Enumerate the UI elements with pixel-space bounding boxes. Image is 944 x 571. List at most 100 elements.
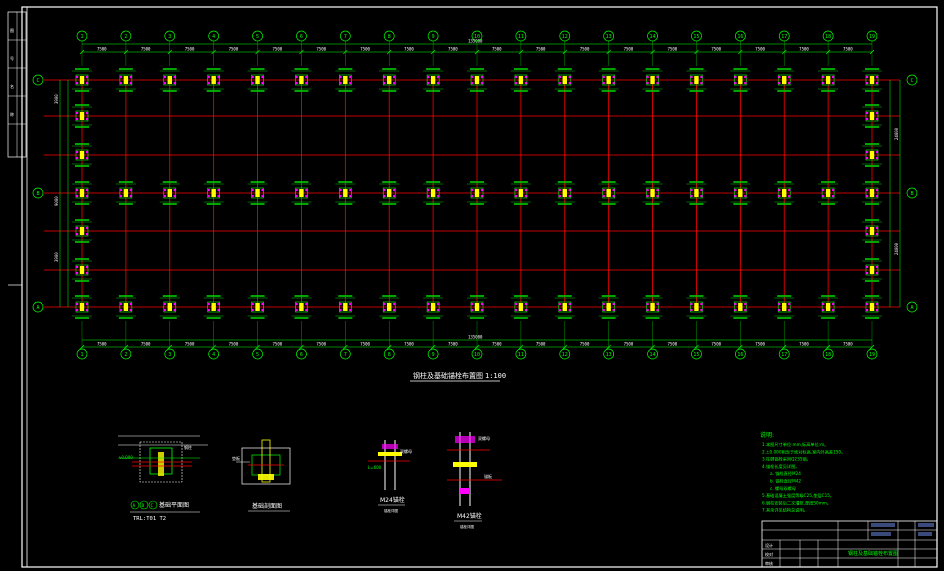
bay-dimension: 7500 [492,47,502,52]
vertical-dimension: 24000 [894,242,899,255]
notes-heading: 说明: [760,431,774,439]
bay-dimension: 7500 [229,47,239,52]
bay-dimension: 7500 [360,47,370,52]
bay-dimension: 7500 [843,47,853,52]
axis-bubble-top-label: 6 [300,34,303,40]
bay-dimension: 7500 [624,47,634,52]
axis-bubble-right-label: B [910,191,913,197]
sidebar-label: 称 [10,111,14,117]
title-block: 设计校对审核 钢柱及基础锚栓布置图 [761,520,938,568]
bay-dimension: 7500 [799,47,809,52]
axis-bubble-bottom-label: 9 [432,352,435,358]
axis-bubble-left-label: B [36,191,39,197]
detail-anchor-m42: 双螺母 锚板 M42锚栓 锚栓详图 [447,432,502,529]
axis-bubble-top-label: 5 [256,34,259,40]
bay-dimension: 7500 [316,47,326,52]
title-block-row-label: 审核 [765,560,773,566]
axis-bubble-bottom-label: 16 [737,352,743,358]
sidebar-label: 图 [10,27,14,33]
bay-dimension: 7500 [580,342,590,347]
note-line: 5.基础混凝土强度等级C25,垫层C15。 [762,492,834,499]
axis-bubble-top-label: 9 [432,34,435,40]
axis-bubble-bottom-label: 4 [212,352,215,358]
bay-dimension: 7500 [843,342,853,347]
axis-bubble-left-label: C [36,78,39,84]
note-line: 2.±0.000相当于绝对标高,室内外高差150。 [762,448,845,455]
vertical-dimension: 9000 [54,196,59,206]
detail1-title: 基础平面图 [159,501,189,509]
axis-bubble-bottom-label: 12 [562,352,568,358]
svg-text:垫板: 垫板 [232,455,240,461]
detail3-title: M24锚栓 [380,496,405,504]
svg-text:L=600: L=600 [368,465,382,470]
svg-text:双螺母: 双螺母 [478,435,490,441]
bay-dimension: 7500 [97,47,107,52]
axis-bubble-top-label: 11 [518,34,524,40]
detail4-title: M42锚栓 [457,512,482,520]
bay-dimension: 7500 [711,47,721,52]
sidebar-label: 名 [10,83,14,89]
axis-bubble-bottom-label: 10 [474,352,480,358]
bay-dimension: 7500 [668,342,678,347]
note-line: 3.柱脚锚栓采用Q235钢。 [762,456,811,463]
axis-bubble-top-label: 18 [825,34,831,40]
note-line: a. 锚栓直径M24 [770,470,801,477]
vertical-dimension: 3900 [54,94,59,104]
bay-dimension: 7500 [229,342,239,347]
svg-text:C: C [151,503,154,509]
detail-foundation-plan: ±0.000 钢柱 A B C 基础平面图 TRL:T01 T2 [118,435,208,522]
bay-dimension: 7500 [711,342,721,347]
axis-bubble-bottom-label: 8 [388,352,391,358]
bay-dimension: 7500 [755,342,765,347]
title-block-row-label: 设计 [765,542,773,548]
bay-dimension: 7500 [492,342,502,347]
axis-bubble-bottom-label: 6 [300,352,303,358]
axis-bubble-top-label: 13 [606,34,612,40]
plan-title: 钢柱及基础锚栓布置图 [413,371,483,380]
axis-bubble-right-label: A [910,305,913,311]
title-block-row-label: 校对 [765,551,773,557]
detail2-title: 基础剖面图 [252,502,282,510]
svg-text:锚板: 锚板 [484,473,492,479]
total-dimension: 135000 [468,335,483,340]
axis-bubble-bottom-label: 18 [825,352,831,358]
axis-bubble-bottom-label: 19 [869,352,875,358]
note-line: c. 螺母双螺母 [770,485,796,492]
bay-dimension: 7500 [316,342,326,347]
bay-dimension: 7500 [668,47,678,52]
bay-dimension: 7500 [404,47,414,52]
vertical-dimension: 24000 [894,127,899,140]
left-sidebar: 图号名称 [7,11,27,286]
detail-anchor-m24: L=600 双螺母 M24锚栓 锚栓详图 [368,440,412,513]
axis-bubble-right-label: C [910,78,913,84]
axis-bubble-top-label: 12 [562,34,568,40]
notes-block: 说明: 1.本图尺寸单位:mm,标高单位:m。2.±0.000相当于绝对标高,室… [760,431,845,514]
svg-text:B: B [142,503,145,509]
axis-bubble-top-label: 15 [693,34,699,40]
title-block-drawing-name: 钢柱及基础锚栓布置图 [848,550,898,557]
axis-bubble-top-label: 19 [869,34,875,40]
structural-grid [44,79,900,308]
svg-text:双螺母: 双螺母 [400,448,412,454]
svg-text:钢柱: 钢柱 [184,444,192,450]
axis-bubble-bottom-label: 3 [168,352,171,358]
axis-bubble-top-label: 8 [388,34,391,40]
bay-dimension: 7500 [360,342,370,347]
axis-bubble-top-label: 14 [650,34,656,40]
axis-bubble-bottom-label: 13 [606,352,612,358]
bay-dimension: 7500 [141,342,151,347]
bay-dimension: 7500 [141,47,151,52]
note-line: 7.其余详见结构总说明。 [762,507,808,514]
axis-bubble-top-label: 17 [781,34,787,40]
bay-dimension: 7500 [404,342,414,347]
axis-bubble-bottom-label: 2 [124,352,127,358]
bay-dimension: 7500 [273,342,283,347]
detail-foundation-section: 垫板 基础剖面图 [232,439,291,512]
axis-bubble-top-label: 16 [737,34,743,40]
bay-dimension: 7500 [799,342,809,347]
detail1-sub: TRL:T01 T2 [133,516,166,522]
bay-dimension: 7500 [185,47,195,52]
bay-dimension: 7500 [448,47,458,52]
svg-text:锚栓详图: 锚栓详图 [384,508,398,513]
axis-bubble-top-label: 7 [344,34,347,40]
